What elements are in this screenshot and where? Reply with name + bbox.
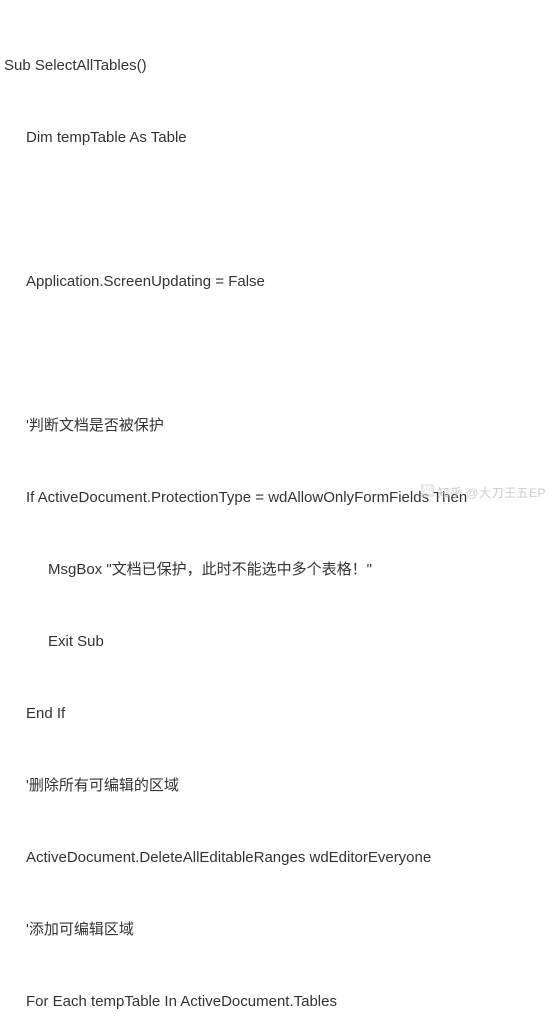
code-line: ActiveDocument.DeleteAllEditableRanges w… bbox=[4, 846, 552, 870]
watermark-text: 知乎 @大刀王五EP bbox=[437, 486, 546, 500]
vba-code-block: Sub SelectAllTables() Dim tempTable As T… bbox=[4, 6, 552, 1022]
code-line: End If bbox=[4, 702, 552, 726]
code-line: '删除所有可编辑的区域 bbox=[4, 774, 552, 798]
code-line bbox=[4, 342, 552, 366]
svg-text:知: 知 bbox=[422, 484, 432, 495]
code-line: For Each tempTable In ActiveDocument.Tab… bbox=[4, 990, 552, 1014]
code-line: Exit Sub bbox=[4, 630, 552, 654]
code-line: '判断文档是否被保护 bbox=[4, 414, 552, 438]
code-line: '添加可编辑区域 bbox=[4, 918, 552, 942]
code-line: Sub SelectAllTables() bbox=[4, 54, 552, 78]
zhihu-watermark: 知 知乎 @大刀王五EP bbox=[421, 484, 546, 503]
code-line: Dim tempTable As Table bbox=[4, 126, 552, 150]
zhihu-logo-icon: 知 bbox=[421, 484, 434, 503]
code-line: MsgBox "文档已保护，此时不能选中多个表格！" bbox=[4, 558, 552, 582]
code-line bbox=[4, 198, 552, 222]
code-line: Application.ScreenUpdating = False bbox=[4, 270, 552, 294]
